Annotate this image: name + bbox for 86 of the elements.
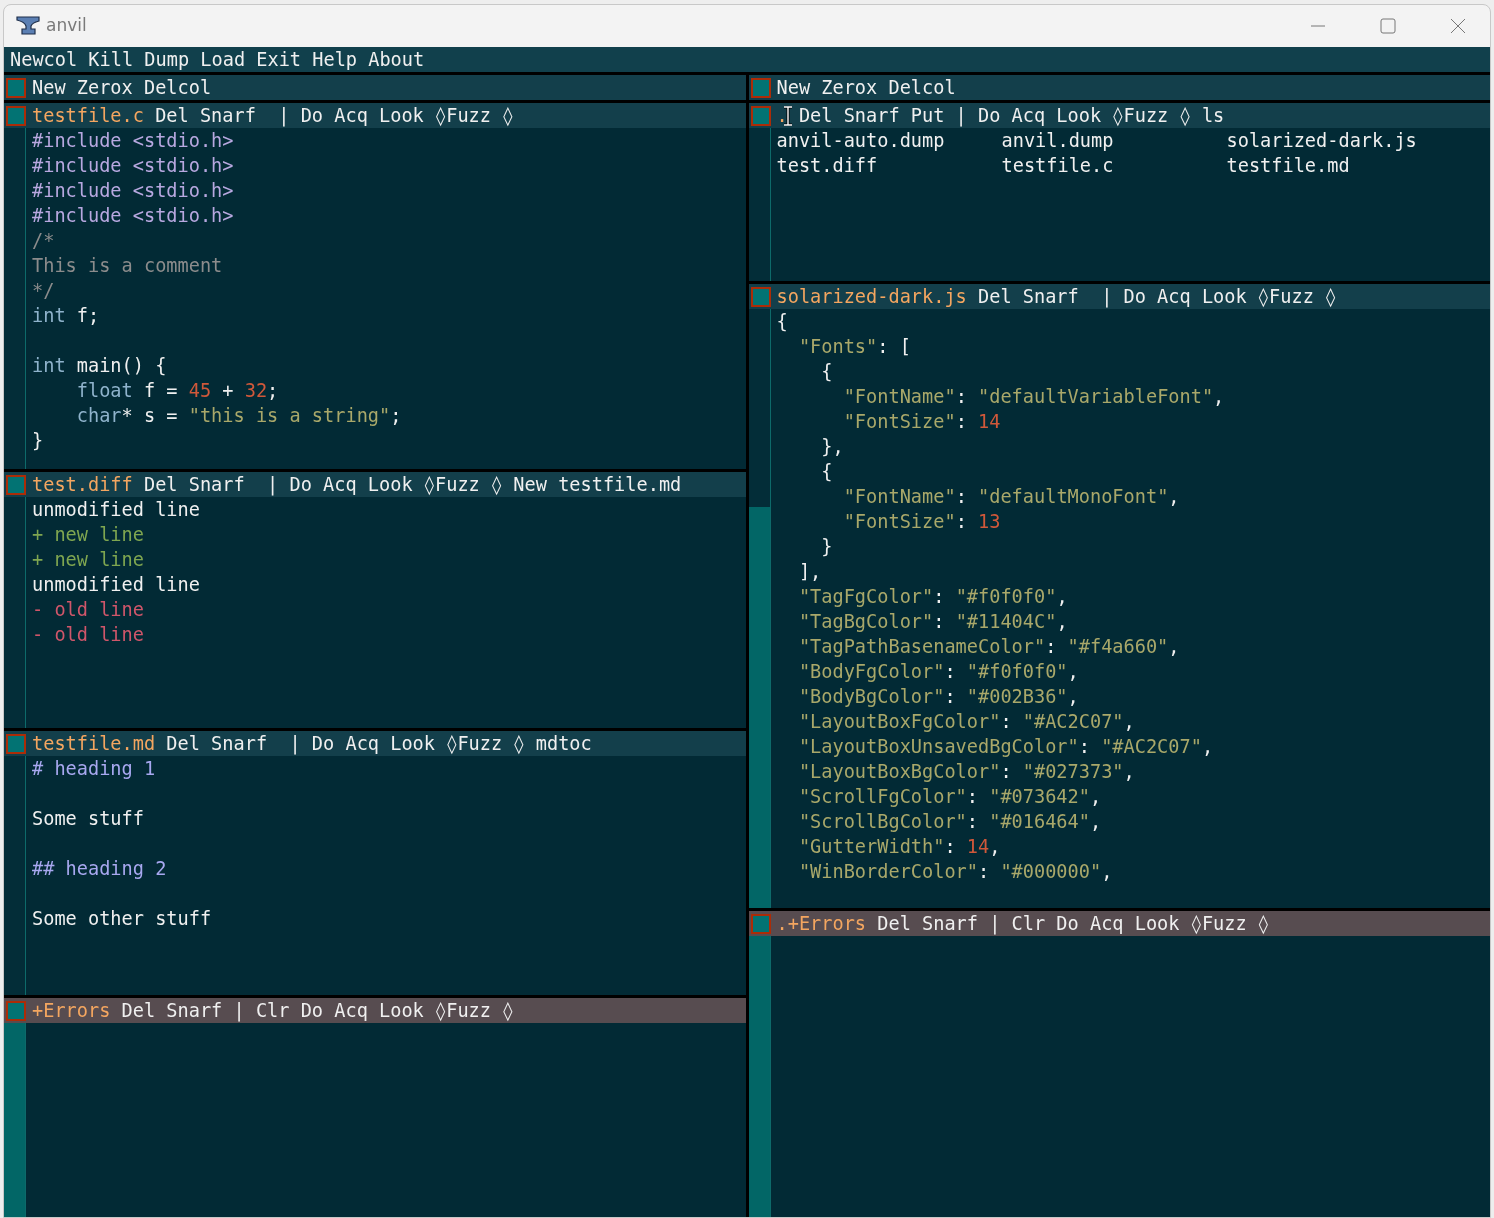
file-path[interactable]: solarized-dark.js xyxy=(776,284,967,309)
close-icon[interactable] xyxy=(1450,18,1466,34)
file-path[interactable]: testfile.c xyxy=(32,103,144,128)
anvil-icon xyxy=(16,15,40,37)
layout-box[interactable] xyxy=(6,77,26,98)
scrollbar[interactable] xyxy=(748,936,771,1217)
code-line: "FontName": "defaultMonoFont", xyxy=(842,485,1180,509)
file-path[interactable]: . xyxy=(776,103,788,128)
code-line: "LayoutBoxBgColor": "#027373", xyxy=(797,760,1135,784)
file-entry[interactable]: testfile.c xyxy=(1001,153,1114,178)
code-line: # heading 1 xyxy=(32,757,156,781)
column-commands[interactable]: New Zerox Delcol xyxy=(32,75,212,100)
layout-box[interactable] xyxy=(6,733,26,754)
tag-commands[interactable]: Del Snarf | Do Acq Look ◊Fuzz ◊ mdtoc xyxy=(155,731,592,756)
code-line: ## heading 2 xyxy=(32,857,167,881)
file-entry[interactable]: anvil.dump xyxy=(1001,128,1114,153)
file-path[interactable]: testfile.md xyxy=(32,731,156,756)
text-cursor-icon xyxy=(782,106,793,126)
code-line: Some stuff xyxy=(32,807,144,831)
maximize-icon[interactable] xyxy=(1380,18,1396,34)
layout-box[interactable] xyxy=(750,286,771,307)
scroll-thumb[interactable] xyxy=(748,309,770,507)
code-line: "ScrollBgColor": "#016464", xyxy=(797,810,1102,834)
code-line: - old line xyxy=(32,598,144,622)
code-line: "BodyBgColor": "#002B36", xyxy=(797,685,1079,709)
tag-commands[interactable]: Del Snarf | Do Acq Look ◊Fuzz ◊ New testfile.md xyxy=(132,472,682,497)
code-line: #include <stdio.h> xyxy=(32,154,234,178)
code-line: unmodified line xyxy=(32,573,200,597)
code-line: #include <stdio.h> xyxy=(32,129,234,153)
file-path[interactable]: +Errors xyxy=(32,998,111,1023)
code-line: "ScrollFgColor": "#073642", xyxy=(797,785,1102,809)
tag-commands[interactable]: Del Snarf Put | Do Acq Look ◊Fuzz ◊ ls xyxy=(787,103,1225,128)
code-line: "TagFgColor": "#f0f0f0", xyxy=(797,585,1068,609)
main-tag[interactable]: Newcol Kill Dump Load Exit Help About xyxy=(4,47,1490,75)
code-line: - old line xyxy=(32,623,144,647)
code-line: unmodified line xyxy=(32,498,200,522)
code-line: This is a comment xyxy=(32,254,223,278)
code-line: int main() { xyxy=(32,354,167,378)
layout-box[interactable] xyxy=(750,913,771,934)
layout-box[interactable] xyxy=(6,474,26,495)
tag-commands[interactable]: Del Snarf | Do Acq Look ◊Fuzz ◊ xyxy=(143,103,514,128)
window-title: anvil xyxy=(46,14,87,38)
tag-commands[interactable]: Del Snarf | Do Acq Look ◊Fuzz ◊ xyxy=(966,284,1337,309)
code-line: /* xyxy=(32,229,55,253)
scrollbar[interactable] xyxy=(748,309,771,908)
scrollbar[interactable] xyxy=(4,1023,26,1217)
code-line: "TagBgColor": "#11404C", xyxy=(797,610,1068,634)
code-line: "FontName": "defaultVariableFont", xyxy=(842,385,1225,409)
code-line: }, xyxy=(820,435,844,459)
code-line: "GutterWidth": 14, xyxy=(797,835,1001,859)
layout-box[interactable] xyxy=(750,77,771,98)
code-line: { xyxy=(776,310,788,334)
code-line: } xyxy=(32,429,44,453)
code-line: "BodyFgColor": "#f0f0f0", xyxy=(797,660,1079,684)
code-line: */ xyxy=(32,279,55,303)
code-line: "FontSize": 13 xyxy=(842,510,1001,534)
code-line: Some other stuff xyxy=(32,907,212,931)
file-entry[interactable]: anvil-auto.dump xyxy=(776,128,945,153)
code-line: "Fonts": [ xyxy=(797,335,911,359)
tag-commands[interactable]: Del Snarf | Clr Do Acq Look ◊Fuzz ◊ xyxy=(110,998,514,1023)
layout-box[interactable] xyxy=(6,1000,26,1021)
code-line: int f; xyxy=(32,304,100,328)
code-line: float f = 45 + 32; xyxy=(75,379,279,403)
code-line: + new line xyxy=(32,523,144,547)
file-entry[interactable]: test.diff xyxy=(776,153,878,178)
code-line: char* s = "this is a string"; xyxy=(75,404,402,428)
file-entry[interactable]: solarized-dark.js xyxy=(1226,128,1417,153)
code-line: + new line xyxy=(32,548,144,572)
code-line: "FontSize": 14 xyxy=(842,410,1001,434)
code-line: "LayoutBoxFgColor": "#AC2C07", xyxy=(797,710,1135,734)
code-line: { xyxy=(820,360,833,384)
code-line: #include <stdio.h> xyxy=(32,179,234,203)
code-line: "LayoutBoxUnsavedBgColor": "#AC2C07", xyxy=(797,735,1214,759)
column-commands[interactable]: New Zerox Delcol xyxy=(776,75,956,100)
code-line: ], xyxy=(797,560,822,584)
code-line: { xyxy=(820,460,833,484)
file-path[interactable]: .+Errors xyxy=(776,911,867,936)
code-line: #include <stdio.h> xyxy=(32,204,234,228)
layout-box[interactable] xyxy=(6,105,26,126)
code-line: } xyxy=(820,535,833,559)
code-line: "WinBorderColor": "#000000", xyxy=(797,860,1113,884)
file-path[interactable]: test.diff xyxy=(32,472,133,497)
layout-box[interactable] xyxy=(750,105,771,126)
code-line: "TagPathBasenameColor": "#f4a660", xyxy=(797,635,1180,659)
file-entry[interactable]: testfile.md xyxy=(1226,153,1350,178)
tag-commands[interactable]: Del Snarf | Clr Do Acq Look ◊Fuzz ◊ xyxy=(866,911,1270,936)
